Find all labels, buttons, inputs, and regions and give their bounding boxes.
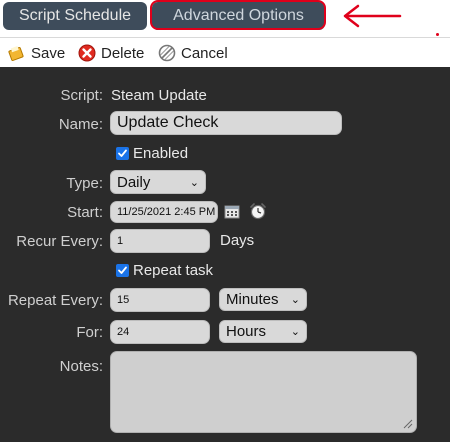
tab-script-schedule[interactable]: Script Schedule — [3, 2, 147, 30]
checkbox-checked-icon — [116, 147, 129, 160]
notes-label: Notes: — [59, 358, 103, 375]
repeat-every-input[interactable]: 15 — [110, 288, 210, 312]
cancel-button[interactable]: Cancel — [158, 42, 228, 64]
recur-every-input[interactable]: 1 — [110, 229, 210, 253]
repeat-every-unit-value: Minutes — [226, 291, 279, 308]
cancel-icon — [158, 44, 176, 62]
type-select[interactable]: Daily ⌄ — [110, 170, 206, 194]
checkbox-checked-icon — [116, 264, 129, 277]
recur-every-label: Recur Every: — [16, 233, 103, 250]
type-label: Type: — [66, 175, 103, 192]
recur-unit-label: Days — [220, 232, 255, 249]
notes-textarea[interactable] — [110, 351, 417, 433]
script-value: Steam Update — [111, 87, 207, 104]
chevron-down-icon: ⌄ — [290, 294, 300, 306]
resize-grip-icon[interactable] — [401, 417, 413, 429]
toolbar: Save Delete Cancel — [0, 37, 450, 68]
script-label: Script: — [60, 87, 103, 104]
for-unit-select[interactable]: Hours ⌄ — [219, 320, 307, 343]
repeat-every-unit-select[interactable]: Minutes ⌄ — [219, 288, 307, 311]
calendar-icon[interactable] — [224, 204, 240, 219]
enabled-label: Enabled — [133, 145, 189, 162]
type-value: Daily — [117, 173, 151, 191]
delete-icon — [78, 44, 96, 62]
annotation-arrow-icon — [343, 4, 402, 28]
for-unit-value: Hours — [226, 323, 267, 340]
enabled-checkbox[interactable]: Enabled — [116, 145, 188, 162]
delete-label: Delete — [101, 44, 145, 62]
chevron-down-icon: ⌄ — [290, 326, 300, 338]
name-label: Name: — [58, 116, 103, 133]
delete-button[interactable]: Delete — [78, 42, 144, 64]
schedule-form: Script: Steam Update Name: Update Check … — [0, 67, 450, 442]
for-duration-input[interactable]: 24 — [110, 320, 210, 344]
save-label: Save — [31, 44, 66, 62]
repeat-task-checkbox[interactable]: Repeat task — [116, 262, 213, 279]
start-datetime-input[interactable]: 11/25/2021 2:45 PM — [110, 201, 218, 223]
annotation-dot — [436, 33, 439, 36]
cancel-label: Cancel — [181, 44, 228, 62]
save-button[interactable]: Save — [8, 42, 65, 64]
repeat-every-label: Repeat Every: — [7, 292, 103, 309]
tab-advanced-options[interactable]: Advanced Options — [152, 2, 325, 30]
start-label: Start: — [67, 204, 103, 221]
alarm-clock-icon[interactable] — [249, 202, 267, 220]
for-label: For: — [76, 324, 103, 341]
tab-bar: Script Schedule Advanced Options — [0, 0, 450, 36]
name-input[interactable]: Update Check — [110, 111, 342, 135]
chevron-down-icon: ⌄ — [189, 176, 199, 189]
repeat-task-label: Repeat task — [133, 262, 214, 279]
save-icon — [8, 46, 24, 61]
